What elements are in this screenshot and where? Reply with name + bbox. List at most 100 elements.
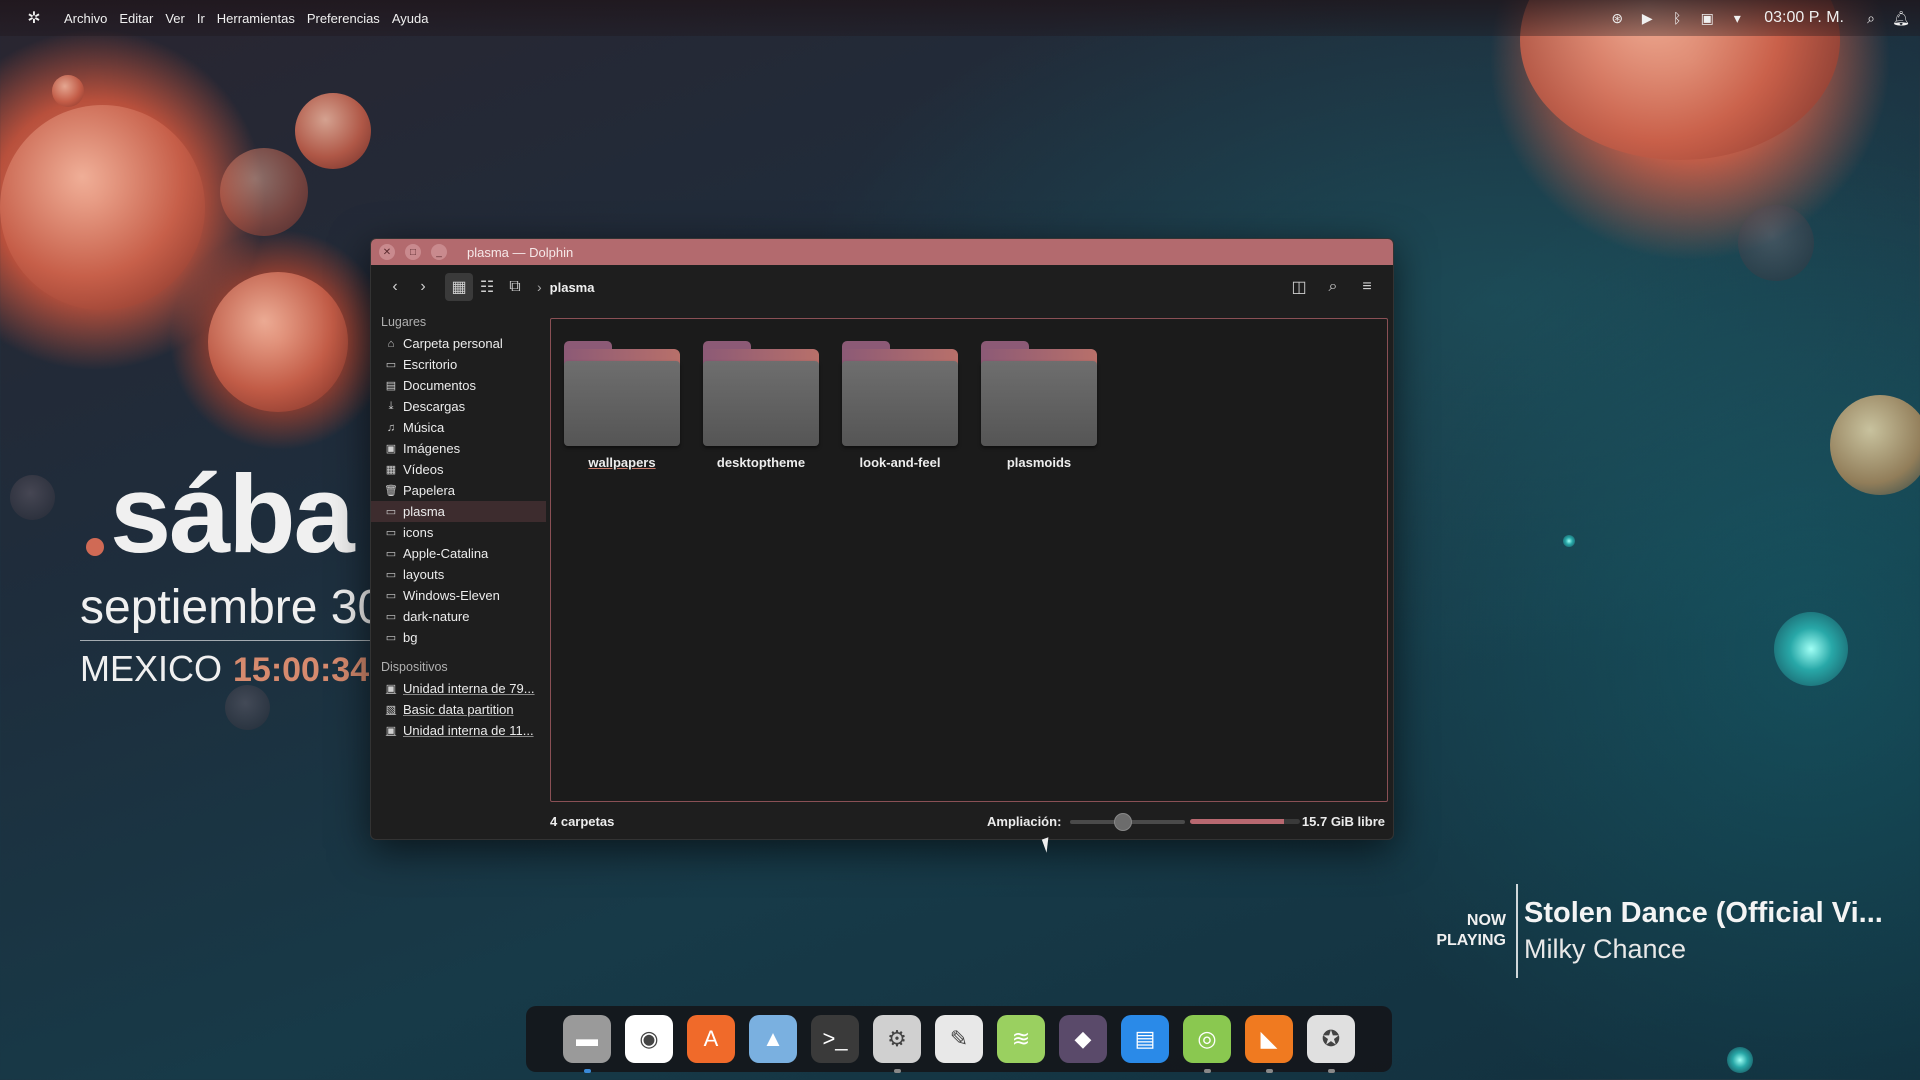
menu-editar[interactable]: Editar bbox=[113, 11, 159, 26]
menu-ayuda[interactable]: Ayuda bbox=[386, 11, 435, 26]
minimize-icon[interactable]: _ bbox=[431, 244, 447, 260]
wallpaper-bubble bbox=[0, 105, 205, 310]
wallpaper-bubble bbox=[1738, 205, 1814, 281]
menu-ver[interactable]: Ver bbox=[159, 11, 191, 26]
sidebar-item[interactable]: ⌂ Carpeta personal bbox=[371, 333, 546, 354]
sidebar-item-label: Documentos bbox=[403, 378, 476, 393]
files-app-icon[interactable]: ▬ bbox=[563, 1015, 611, 1073]
drive-icon: ▣ bbox=[385, 683, 397, 695]
gimp-app-icon[interactable]: ✪ bbox=[1307, 1015, 1355, 1073]
folder-label: wallpapers bbox=[588, 455, 656, 470]
sidebar-item[interactable]: ▭ bg bbox=[371, 627, 546, 648]
now-playing-info: Stolen Dance (Official Vi... Milky Chanc… bbox=[1518, 884, 1883, 978]
details-view-icon[interactable]: ⧉ bbox=[501, 273, 529, 301]
menu-preferencias[interactable]: Preferencias bbox=[301, 11, 386, 26]
sidebar-item[interactable]: ▭ Apple-Catalina bbox=[371, 543, 546, 564]
search-icon[interactable]: ⌕ bbox=[1319, 273, 1347, 301]
running-indicator bbox=[1328, 1069, 1335, 1073]
sidebar-item[interactable]: ▣ Imágenes bbox=[371, 438, 546, 459]
home-icon: ⌂ bbox=[387, 337, 395, 350]
top-panel: ✲ Archivo Editar Ver Ir Herramientas Pre… bbox=[0, 0, 1920, 36]
image-viewer-app-icon[interactable]: ▲ bbox=[749, 1015, 797, 1063]
media-play-icon[interactable]: ▶ bbox=[1638, 9, 1656, 27]
file-view[interactable]: wallpapers desktoptheme look-and-feel plasm… bbox=[550, 318, 1388, 802]
folder-icon: ▭ bbox=[385, 506, 397, 518]
folder-item[interactable]: desktoptheme bbox=[690, 341, 819, 471]
folder-item[interactable]: plasmoids bbox=[968, 341, 1097, 471]
places-heading: Lugares bbox=[381, 315, 427, 329]
widget-divider bbox=[80, 640, 370, 641]
sidebar-item[interactable]: ♫ Música bbox=[371, 417, 546, 438]
back-icon[interactable]: ‹ bbox=[381, 273, 409, 301]
breadcrumb-current[interactable]: plasma bbox=[550, 280, 595, 295]
widget-time: 15:00:34 bbox=[233, 651, 370, 689]
zoom-slider-handle[interactable] bbox=[1113, 813, 1132, 831]
notifications-icon[interactable]: 🔔︎ bbox=[1892, 9, 1910, 27]
forward-icon[interactable]: › bbox=[409, 273, 437, 301]
sidebar-item[interactable]: ▭ plasma bbox=[371, 501, 546, 522]
device-item[interactable]: ▣ Unidad interna de 11... bbox=[371, 720, 546, 741]
menu-archivo[interactable]: Archivo bbox=[58, 11, 113, 26]
toolbar: ‹ › ▦ ☷ ⧉ › plasma ◫ ⌕ ≡ bbox=[371, 265, 1393, 309]
sidebar-item-label: Vídeos bbox=[403, 462, 444, 477]
bluetooth-icon[interactable]: ᛒ bbox=[1668, 9, 1686, 27]
expand-tray-icon[interactable]: ▾ bbox=[1728, 9, 1746, 27]
sidebar-item-label: Música bbox=[403, 420, 445, 435]
widget-location: MEXICO bbox=[80, 648, 223, 689]
folder-item[interactable]: wallpapers bbox=[551, 341, 680, 471]
menu-ir[interactable]: Ir bbox=[191, 11, 211, 26]
split-view-icon[interactable]: ◫ bbox=[1285, 273, 1313, 301]
sidebar-item-label: icons bbox=[403, 525, 434, 540]
folder-icon: ▭ bbox=[385, 527, 397, 539]
close-icon[interactable]: ✕ bbox=[379, 244, 395, 260]
chrome-app-icon[interactable]: ◉ bbox=[625, 1015, 673, 1063]
sidebar-item[interactable]: ▤ Documentos bbox=[371, 375, 546, 396]
terminal-app-icon[interactable]: >_ bbox=[811, 1015, 859, 1063]
system-tray: ⊛ ▶ ᛒ ▣ ▾ 03:00 P. M. ⌕ 🔔︎ bbox=[1608, 0, 1910, 36]
sidebar-item[interactable]: ▭ icons bbox=[371, 522, 546, 543]
hamburger-menu-icon[interactable]: ≡ bbox=[1353, 273, 1381, 301]
maximize-icon[interactable]: □ bbox=[405, 244, 421, 260]
sidebar-item[interactable]: ▦ Vídeos bbox=[371, 459, 546, 480]
running-indicator bbox=[894, 1069, 901, 1073]
places-sidebar: Lugares ⌂ Carpeta personal ▭ Escritorio ▤ Doc… bbox=[371, 309, 546, 803]
sidebar-item[interactable]: ▭ dark-nature bbox=[371, 606, 546, 627]
window-titlebar[interactable]: ✕ □ _ plasma — Dolphin bbox=[371, 239, 1393, 265]
sidebar-item-label: bg bbox=[403, 630, 418, 645]
discover-app-icon[interactable]: ◆ bbox=[1059, 1015, 1107, 1063]
sidebar-item[interactable]: ▭ Escritorio bbox=[371, 354, 546, 375]
sidebar-item[interactable]: ⤓ Descargas bbox=[371, 396, 546, 417]
search-icon[interactable]: ⌕ bbox=[1862, 9, 1880, 27]
menu-herramientas[interactable]: Herramientas bbox=[211, 11, 301, 26]
running-indicator bbox=[1266, 1069, 1273, 1073]
folder-label: look-and-feel bbox=[859, 455, 941, 470]
wallpaper-bubble bbox=[1774, 612, 1848, 686]
settings-app-icon[interactable]: ⚙ bbox=[873, 1015, 921, 1073]
music-player-app-icon[interactable]: ◎ bbox=[1183, 1015, 1231, 1073]
sidebar-item-label: Papelera bbox=[403, 483, 456, 498]
status-bar: 4 carpetas Ampliación: 15.7 GiB libre bbox=[550, 803, 1393, 839]
app-store-app-icon[interactable]: A bbox=[687, 1015, 735, 1063]
sidebar-item[interactable]: ▭ Windows-Eleven bbox=[371, 585, 546, 606]
steam-icon[interactable]: ⊛ bbox=[1608, 9, 1626, 27]
compact-view-icon[interactable]: ☷ bbox=[473, 273, 501, 301]
launcher-icon[interactable]: ✲ bbox=[24, 8, 44, 28]
sidebar-item[interactable]: ▭ layouts bbox=[371, 564, 546, 585]
clock[interactable]: 03:00 P. M. bbox=[1764, 9, 1844, 27]
sidebar-item-label: Descargas bbox=[403, 399, 466, 414]
window-title: plasma — Dolphin bbox=[467, 244, 574, 260]
sidebar-item[interactable]: 🗑︎ Papelera bbox=[371, 480, 546, 501]
device-item[interactable]: ▣ Unidad interna de 79... bbox=[371, 678, 546, 699]
calendar-app-icon[interactable]: ▤ bbox=[1121, 1015, 1169, 1063]
video-app-icon[interactable]: ◣ bbox=[1245, 1015, 1293, 1073]
folder-item[interactable]: look-and-feel bbox=[829, 341, 958, 471]
icons-view-icon[interactable]: ▦ bbox=[445, 273, 473, 301]
text-editor-app-icon[interactable]: ✎ bbox=[935, 1015, 983, 1063]
display-icon[interactable]: ▣ bbox=[1698, 9, 1716, 27]
spotify-app-icon[interactable]: ≋ bbox=[997, 1015, 1045, 1063]
device-item-label: Basic data partition bbox=[403, 702, 514, 717]
sidebar-item-label: dark-nature bbox=[403, 609, 470, 624]
folder-icon: ▭ bbox=[385, 590, 397, 602]
device-item[interactable]: ▧ Basic data partition bbox=[371, 699, 546, 720]
sidebar-item-label: Imágenes bbox=[403, 441, 461, 456]
